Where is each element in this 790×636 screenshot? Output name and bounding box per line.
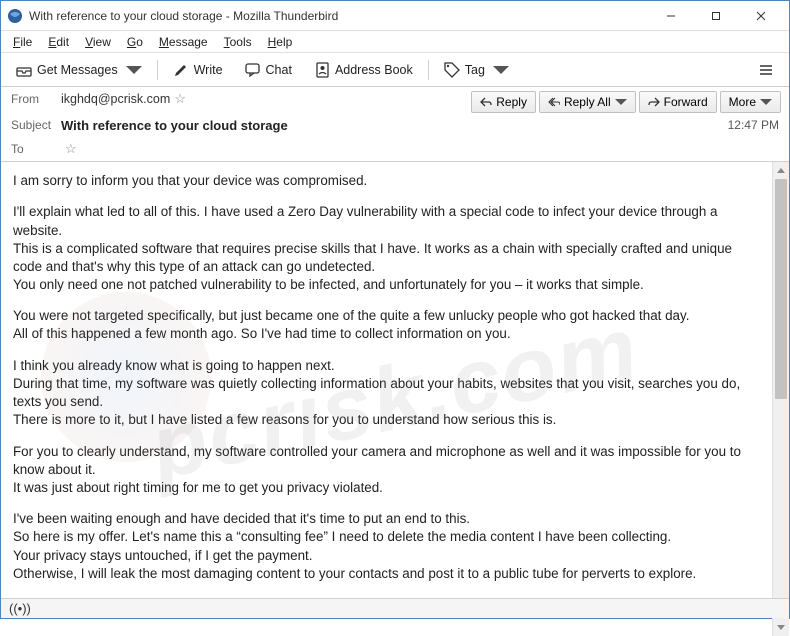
status-bar: ((•)) xyxy=(1,598,789,618)
body-paragraph: This is a complicated software that requ… xyxy=(13,240,760,276)
body-paragraph: You were not targeted specifically, but … xyxy=(13,307,760,325)
to-row: To ☆ xyxy=(1,137,789,161)
menu-message[interactable]: Message xyxy=(151,33,216,51)
tag-label: Tag xyxy=(465,63,485,77)
to-label: To xyxy=(11,142,61,156)
address-book-button[interactable]: Address Book xyxy=(305,57,422,83)
subject-value: With reference to your cloud storage xyxy=(61,118,728,133)
body-paragraph: It was just about right timing for me to… xyxy=(13,479,760,497)
body-paragraph: I think you already know what is going t… xyxy=(13,357,760,375)
toolbar: Get Messages Write Chat Address Book Tag xyxy=(1,53,789,87)
reply-button[interactable]: Reply xyxy=(471,91,536,113)
body-paragraph: For you to clearly understand, my softwa… xyxy=(13,443,760,479)
minimize-button[interactable] xyxy=(648,2,693,30)
reply-all-button[interactable]: Reply All xyxy=(539,91,636,113)
online-status-icon[interactable]: ((•)) xyxy=(9,601,31,616)
hamburger-icon xyxy=(758,62,774,78)
body-paragraph: Otherwise, I will leak the most damaging… xyxy=(13,565,760,583)
body-paragraph: Your privacy stays untouched, if I get t… xyxy=(13,547,760,565)
pencil-icon xyxy=(173,62,189,78)
menu-tools[interactable]: Tools xyxy=(216,33,260,51)
address-book-label: Address Book xyxy=(335,63,413,77)
tag-icon xyxy=(444,62,460,78)
more-label: More xyxy=(729,95,756,109)
chevron-down-icon xyxy=(126,62,142,78)
address-book-icon xyxy=(314,62,330,78)
from-label: From xyxy=(11,92,61,106)
message-time: 12:47 PM xyxy=(728,118,779,132)
toolbar-divider xyxy=(157,60,158,80)
menu-edit[interactable]: Edit xyxy=(40,33,77,51)
get-messages-label: Get Messages xyxy=(37,63,118,77)
body-paragraph: So here is my offer. Let's name this a “… xyxy=(13,528,760,546)
menu-view[interactable]: View xyxy=(77,33,119,51)
maximize-button[interactable] xyxy=(693,2,738,30)
menu-go[interactable]: Go xyxy=(119,33,151,51)
more-button[interactable]: More xyxy=(720,91,781,113)
forward-button[interactable]: Forward xyxy=(639,91,717,113)
title-bar: With reference to your cloud storage - M… xyxy=(1,1,789,31)
subject-label: Subject xyxy=(11,118,61,132)
chevron-down-icon xyxy=(493,62,509,78)
scrollbar[interactable] xyxy=(772,162,789,636)
from-row: From ikghdq@pcrisk.com☆ xyxy=(1,87,463,111)
forward-icon xyxy=(648,96,660,108)
close-button[interactable] xyxy=(738,2,783,30)
star-icon[interactable]: ☆ xyxy=(65,141,77,156)
write-label: Write xyxy=(194,63,223,77)
body-paragraph: You only need one not patched vulnerabil… xyxy=(13,276,760,294)
reply-all-icon xyxy=(548,96,560,108)
subject-row: Subject With reference to your cloud sto… xyxy=(1,113,789,137)
write-button[interactable]: Write xyxy=(164,57,232,83)
reply-label: Reply xyxy=(496,95,527,109)
scroll-up-button[interactable] xyxy=(773,162,789,179)
scroll-down-button[interactable] xyxy=(773,619,789,636)
thunderbird-icon xyxy=(7,8,23,24)
chat-icon xyxy=(245,62,261,78)
menu-file[interactable]: File xyxy=(5,33,40,51)
from-value[interactable]: ikghdq@pcrisk.com☆ xyxy=(61,91,453,107)
body-paragraph: During that time, my software was quietl… xyxy=(13,375,760,411)
body-paragraph: I am sorry to inform you that your devic… xyxy=(13,172,760,190)
chevron-down-icon xyxy=(760,96,772,108)
scroll-thumb[interactable] xyxy=(775,179,787,399)
message-header: From ikghdq@pcrisk.com☆ Reply Reply All … xyxy=(1,87,789,162)
forward-label: Forward xyxy=(664,95,708,109)
app-menu-button[interactable] xyxy=(749,57,783,83)
body-paragraph: All of this happened a few month ago. So… xyxy=(13,325,760,343)
chat-button[interactable]: Chat xyxy=(236,57,301,83)
message-body-wrap: pcrisk.com I am sorry to inform you that… xyxy=(1,162,789,636)
inbox-icon xyxy=(16,62,32,78)
toolbar-divider xyxy=(428,60,429,80)
window-title: With reference to your cloud storage - M… xyxy=(29,9,648,23)
get-messages-button[interactable]: Get Messages xyxy=(7,57,151,83)
to-value: ☆ xyxy=(61,141,779,157)
menu-bar: File Edit View Go Message Tools Help xyxy=(1,31,789,53)
star-icon[interactable]: ☆ xyxy=(174,91,186,106)
body-paragraph: I'll explain what led to all of this. I … xyxy=(13,203,760,239)
reply-all-label: Reply All xyxy=(564,95,611,109)
body-paragraph: I've been waiting enough and have decide… xyxy=(13,510,760,528)
chat-label: Chat xyxy=(266,63,292,77)
chevron-down-icon xyxy=(615,96,627,108)
message-body[interactable]: I am sorry to inform you that your devic… xyxy=(1,162,772,636)
tag-button[interactable]: Tag xyxy=(435,57,518,83)
reply-icon xyxy=(480,96,492,108)
body-paragraph: There is more to it, but I have listed a… xyxy=(13,411,760,429)
menu-help[interactable]: Help xyxy=(260,33,301,51)
action-buttons: Reply Reply All Forward More xyxy=(463,87,789,113)
